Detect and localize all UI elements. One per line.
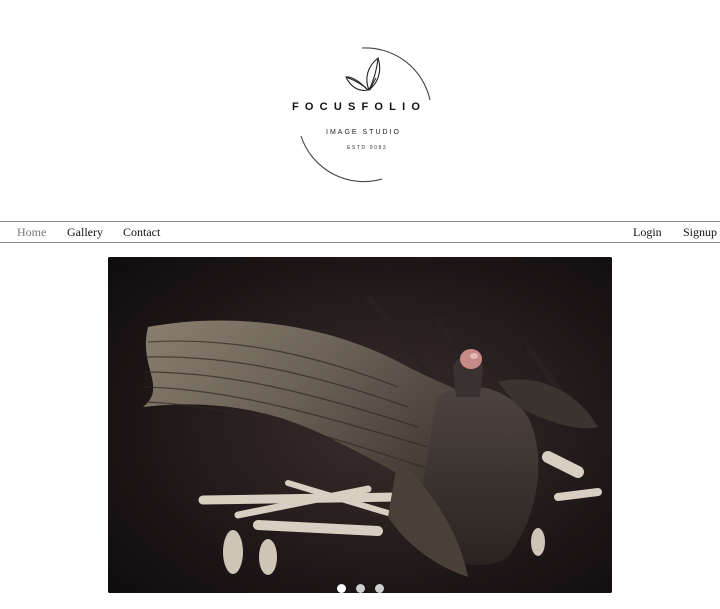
hero-carousel[interactable] (108, 257, 612, 593)
carousel-dot-2[interactable] (356, 584, 365, 593)
brand-tagline: IMAGE STUDIO (326, 129, 401, 136)
nav-login-link[interactable]: Login (633, 225, 662, 240)
carousel-dot-3[interactable] (375, 584, 384, 593)
brand-established: ESTD 9083 (347, 145, 388, 151)
nav-home-link[interactable]: Home (17, 225, 46, 240)
brand-name: FOCUSFOLIO (292, 101, 427, 113)
nav-signup-link[interactable]: Signup (683, 225, 717, 240)
carousel-dot-1[interactable] (337, 584, 346, 593)
logo-emblem (300, 47, 431, 183)
nav-gallery-link[interactable]: Gallery (67, 225, 103, 240)
hero-image-vulture (108, 257, 612, 593)
site-header: FOCUSFOLIO IMAGE STUDIO ESTD 9083 (0, 0, 720, 222)
nav-contact-link[interactable]: Contact (123, 225, 160, 240)
leaf-icon (345, 57, 381, 91)
main-navbar: Home Gallery Contact Login Signup (0, 221, 720, 243)
